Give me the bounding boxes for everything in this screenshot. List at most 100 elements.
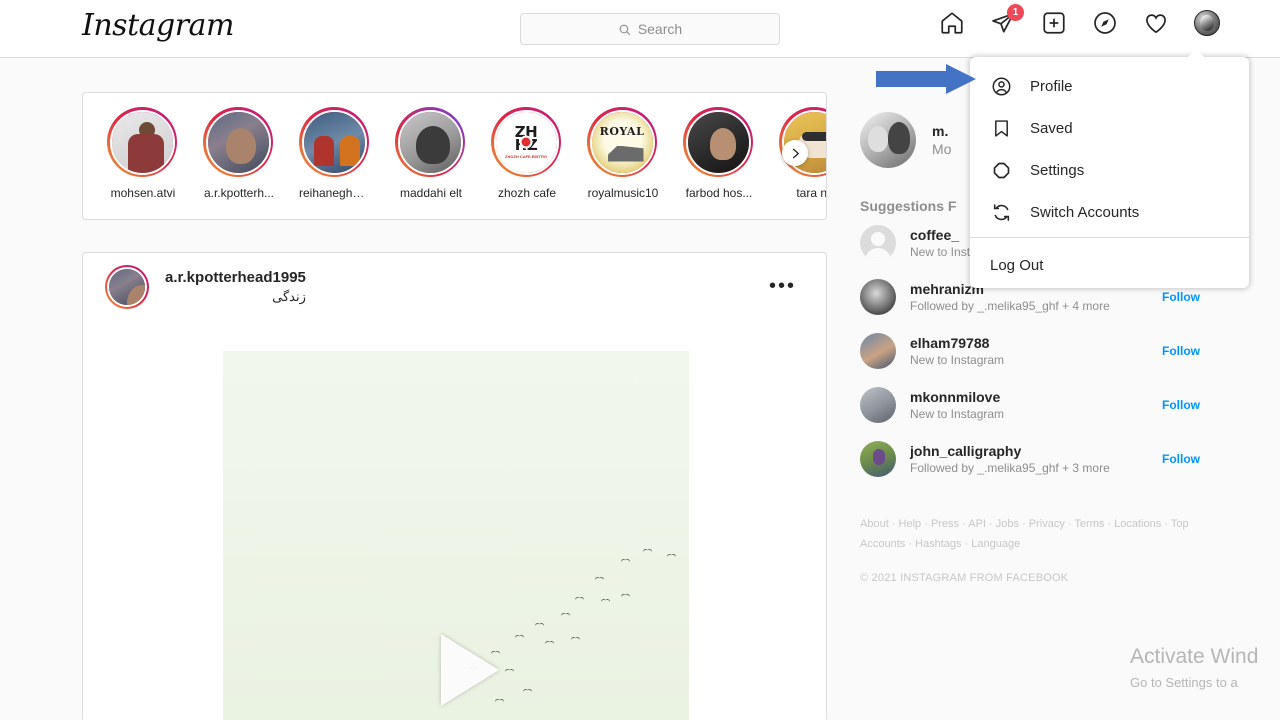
current-user-avatar[interactable] xyxy=(860,112,916,168)
menu-divider xyxy=(970,237,1249,238)
suggestion-avatar[interactable] xyxy=(860,441,896,477)
royal-logo-text: ROYAL xyxy=(599,124,645,138)
footer-link-help[interactable]: Help xyxy=(899,518,922,530)
story-item[interactable]: farbod hos... xyxy=(683,107,755,200)
menu-item-saved[interactable]: Saved xyxy=(970,107,1249,149)
footer-link-locations[interactable]: Locations xyxy=(1114,518,1161,530)
suggestion-subtitle: New to Instagram xyxy=(910,407,1005,421)
story-item[interactable]: maddahi elt xyxy=(395,107,467,200)
instagram-feed-page: Instagram Search 1 Profile Saved Setting… xyxy=(0,0,1280,720)
search-input[interactable]: Search xyxy=(520,13,780,45)
new-post-icon[interactable] xyxy=(1041,10,1067,36)
story-ring xyxy=(395,107,465,177)
story-ring xyxy=(107,107,177,177)
story-item[interactable]: ZH HZ ZHOZH CAFE BISTRO zhozh cafe xyxy=(491,107,563,200)
activity-heart-icon[interactable] xyxy=(1143,10,1169,36)
suggestion-avatar[interactable] xyxy=(860,333,896,369)
menu-item-profile[interactable]: Profile xyxy=(970,65,1249,107)
person-circle-icon xyxy=(990,75,1012,97)
story-username: mohsen.atvi xyxy=(110,186,176,200)
suggestion-subtitle: Followed by _.melika95_ghf + 3 more xyxy=(910,461,1110,475)
profile-dropdown-menu: Profile Saved Settings Switch Accounts L… xyxy=(970,49,1249,288)
suggestion-username[interactable]: john_calligraphy xyxy=(910,443,1162,459)
menu-label-profile: Profile xyxy=(1030,77,1073,95)
story-username: zhozh cafe xyxy=(497,186,557,200)
suggestion-avatar[interactable] xyxy=(860,279,896,315)
menu-item-settings[interactable]: Settings xyxy=(970,149,1249,191)
stories-next-button[interactable] xyxy=(782,140,808,166)
current-username[interactable]: m. xyxy=(932,123,951,139)
footer-link-hashtags[interactable]: Hashtags xyxy=(915,538,961,550)
story-item[interactable]: a.r.kpotterh... xyxy=(203,107,275,200)
watermark-subtitle: Go to Settings to a xyxy=(1130,675,1238,690)
menu-label-logout: Log Out xyxy=(990,256,1044,274)
post-author-avatar[interactable] xyxy=(105,265,149,309)
messages-badge: 1 xyxy=(1007,4,1024,21)
follow-button[interactable]: Follow xyxy=(1162,398,1200,412)
avatar xyxy=(1194,10,1220,36)
post-media-video[interactable] xyxy=(223,351,689,720)
post-username[interactable]: a.r.kpotterhead1995 xyxy=(165,269,306,286)
top-navigation-bar: Instagram Search 1 xyxy=(0,0,1280,58)
watermark-title: Activate Wind xyxy=(1130,645,1259,668)
sidebar-footer: About · Help · Press · API · Jobs · Priv… xyxy=(860,514,1200,584)
story-item[interactable]: mohsen.atvi xyxy=(107,107,179,200)
post-header: a.r.kpotterhead1995 زندگی ••• xyxy=(83,253,826,321)
suggestion-avatar[interactable] xyxy=(860,225,896,261)
story-ring: ROYAL xyxy=(587,107,657,177)
suggestion-avatar[interactable] xyxy=(860,387,896,423)
post-location[interactable]: زندگی xyxy=(165,289,306,305)
footer-copyright: © 2021 INSTAGRAM FROM FACEBOOK xyxy=(860,572,1069,584)
suggestions-title: Suggestions F xyxy=(860,198,957,214)
footer-link-about[interactable]: About xyxy=(860,518,889,530)
search-icon xyxy=(619,24,631,35)
bookmark-icon xyxy=(990,117,1012,139)
home-icon[interactable] xyxy=(939,10,965,36)
story-ring xyxy=(203,107,273,177)
instagram-logo[interactable]: Instagram xyxy=(82,8,234,43)
play-button-icon[interactable] xyxy=(441,634,499,706)
story-username: royalmusic10 xyxy=(587,186,659,200)
suggestion-subtitle: New to Instagram xyxy=(910,353,1005,367)
royal-logo-piano xyxy=(607,145,644,162)
menu-item-switch-accounts[interactable]: Switch Accounts xyxy=(970,191,1249,233)
story-ring xyxy=(683,107,753,177)
menu-label-switch-accounts: Switch Accounts xyxy=(1030,203,1140,221)
chevron-right-icon xyxy=(792,148,799,158)
zhozh-logo-sub: ZHOZH CAFE BISTRO xyxy=(505,153,547,159)
follow-button[interactable]: Follow xyxy=(1162,290,1200,304)
story-ring xyxy=(299,107,369,177)
footer-link-api[interactable]: API xyxy=(968,518,986,530)
menu-item-logout[interactable]: Log Out xyxy=(970,242,1249,288)
menu-label-saved: Saved xyxy=(1030,119,1073,137)
footer-link-language[interactable]: Language xyxy=(971,538,1020,550)
story-username: farbod hos... xyxy=(685,186,753,200)
footer-link-terms[interactable]: Terms xyxy=(1074,518,1104,530)
story-item[interactable]: ROYAL royalmusic10 xyxy=(587,107,659,200)
zhozh-logo-dot xyxy=(519,135,533,149)
follow-button[interactable]: Follow xyxy=(1162,452,1200,466)
stories-track: mohsen.atvi a.r.kpotterh... reihaneghaf.… xyxy=(107,107,827,200)
current-user-fullname: Mo xyxy=(932,141,952,157)
profile-avatar-button[interactable] xyxy=(1194,10,1220,36)
post-options-button[interactable]: ••• xyxy=(769,276,796,296)
suggestion-username[interactable]: elham79788 xyxy=(910,335,1162,351)
annotation-arrow xyxy=(876,64,976,94)
story-username: a.r.kpotterh... xyxy=(203,186,275,200)
footer-link-jobs[interactable]: Jobs xyxy=(996,518,1019,530)
explore-compass-icon[interactable] xyxy=(1092,10,1118,36)
story-username: maddahi elt xyxy=(399,186,463,200)
story-item[interactable]: reihaneghaf... xyxy=(299,107,371,200)
suggestion-row: john_calligraphy Followed by _.melika95_… xyxy=(860,432,1200,486)
menu-label-settings: Settings xyxy=(1030,161,1085,179)
suggestion-subtitle: Followed by _.melika95_ghf + 4 more xyxy=(910,299,1110,313)
suggestion-username[interactable]: mkonnmilove xyxy=(910,389,1162,405)
story-ring: ZH HZ ZHOZH CAFE BISTRO xyxy=(491,107,561,177)
footer-link-press[interactable]: Press xyxy=(931,518,959,530)
nav-icon-group: 1 xyxy=(939,4,1220,36)
windows-activation-watermark: Activate Wind Go to Settings to a xyxy=(1130,645,1258,690)
follow-button[interactable]: Follow xyxy=(1162,344,1200,358)
footer-link-privacy[interactable]: Privacy xyxy=(1029,518,1065,530)
story-username: tara ne xyxy=(796,186,827,200)
messages-icon[interactable]: 1 xyxy=(990,4,1024,36)
